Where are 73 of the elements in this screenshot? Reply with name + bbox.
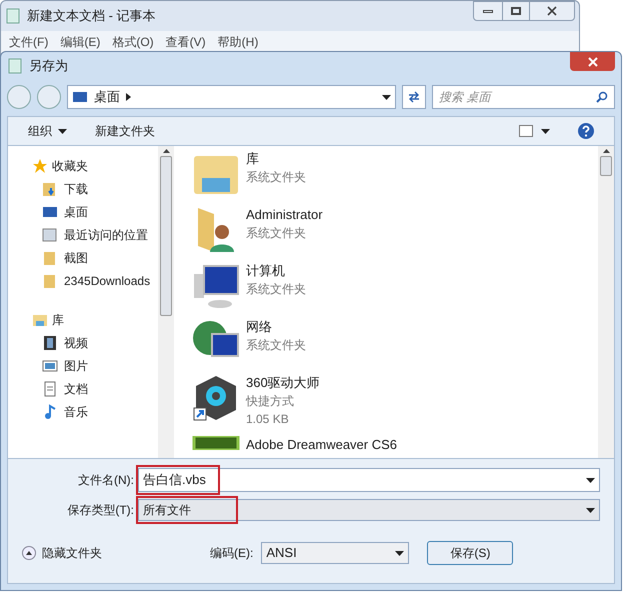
- picture-icon: [42, 358, 58, 374]
- file-item[interactable]: Administrator 系统文件夹: [192, 206, 598, 254]
- menu-item[interactable]: 帮助(H): [218, 33, 258, 51]
- close-icon: [588, 56, 598, 66]
- nav-group[interactable]: 库: [32, 308, 158, 331]
- field-label: 编码(E):: [210, 545, 254, 562]
- scrollbar[interactable]: [598, 146, 614, 458]
- close-icon: [547, 6, 557, 16]
- caret-icon: [395, 550, 404, 556]
- caret-icon: [586, 478, 595, 482]
- nav-item[interactable]: 2345Downloads: [32, 269, 158, 292]
- computer-icon: [192, 262, 240, 310]
- view-button[interactable]: [519, 125, 550, 137]
- scroll-up-icon: [162, 149, 170, 153]
- document-icon: [42, 380, 58, 396]
- field-label: 保存类型(T):: [66, 502, 134, 519]
- nav-item[interactable]: 下载: [32, 177, 158, 200]
- notepad-icon: [5, 8, 21, 24]
- file-item[interactable]: Adobe Dreamweaver CS6: [192, 436, 598, 454]
- caret-icon: [58, 128, 67, 134]
- address-bar[interactable]: 桌面: [66, 85, 396, 109]
- app-icon: [192, 436, 240, 450]
- new-folder-button[interactable]: 新建文件夹: [95, 122, 155, 140]
- collapse-icon: [22, 546, 36, 560]
- chevron-icon: [126, 93, 131, 101]
- scroll-thumb[interactable]: [160, 156, 172, 316]
- save-button[interactable]: 保存(S): [427, 541, 514, 565]
- nav-item[interactable]: 音乐: [32, 400, 158, 423]
- search-field[interactable]: 搜索 桌面: [432, 85, 615, 109]
- hide-folders-button[interactable]: 隐藏文件夹: [22, 544, 202, 562]
- file-item[interactable]: 计算机 系统文件夹: [192, 262, 598, 310]
- nav-item[interactable]: 桌面: [32, 200, 158, 223]
- caret-icon: [382, 94, 392, 100]
- field-label: 文件名(N):: [77, 472, 134, 489]
- help-icon[interactable]: [578, 123, 594, 139]
- caret-icon: [586, 508, 595, 512]
- folder-icon: [42, 250, 58, 266]
- star-icon: [32, 158, 48, 174]
- film-icon: [42, 334, 58, 350]
- menu-item[interactable]: 格式(O): [112, 33, 154, 51]
- nav-group[interactable]: 收藏夹: [32, 154, 158, 177]
- caret-icon: [541, 128, 550, 134]
- organize-button[interactable]: 组织: [28, 122, 67, 140]
- nav-item[interactable]: 最近访问的位置: [32, 223, 158, 246]
- encoding-dropdown[interactable]: ANSI: [261, 542, 410, 564]
- nav-item[interactable]: 视频: [32, 331, 158, 354]
- scroll-up-icon: [602, 149, 610, 153]
- refresh-button[interactable]: [402, 85, 426, 109]
- window-title: 新建文本文档 - 记事本: [27, 7, 156, 26]
- file-type-dropdown[interactable]: 所有文件: [138, 499, 600, 521]
- filename-field[interactable]: 告白信.vbs: [138, 468, 600, 492]
- refresh-icon: [408, 91, 420, 103]
- nav-item[interactable]: 截图: [32, 246, 158, 269]
- nav-item[interactable]: 图片: [32, 354, 158, 377]
- search-icon: [596, 91, 608, 103]
- close-button[interactable]: [570, 52, 615, 71]
- search-input[interactable]: 搜索 桌面: [438, 88, 596, 106]
- scrollbar[interactable]: [158, 146, 174, 458]
- nav-item[interactable]: 文档: [32, 377, 158, 400]
- file-item[interactable]: 库 系统文件夹: [192, 150, 598, 198]
- folder-icon: [42, 272, 58, 288]
- file-item[interactable]: 360驱动大师 快捷方式 1.05 KB: [192, 374, 598, 428]
- music-note-icon: [42, 404, 58, 420]
- desktop-icon: [72, 89, 88, 105]
- menu-item[interactable]: 编辑(E): [60, 33, 100, 51]
- menu-item[interactable]: 文件(F): [9, 33, 48, 51]
- menu-item[interactable]: 查看(V): [166, 33, 206, 51]
- notepad-icon: [7, 58, 23, 74]
- scroll-thumb[interactable]: [600, 156, 612, 176]
- folder-icon: [42, 180, 58, 196]
- dialog-title: 另存为: [29, 57, 68, 76]
- file-item[interactable]: 网络 系统文件夹: [192, 318, 598, 366]
- maximize-button[interactable]: [502, 2, 530, 20]
